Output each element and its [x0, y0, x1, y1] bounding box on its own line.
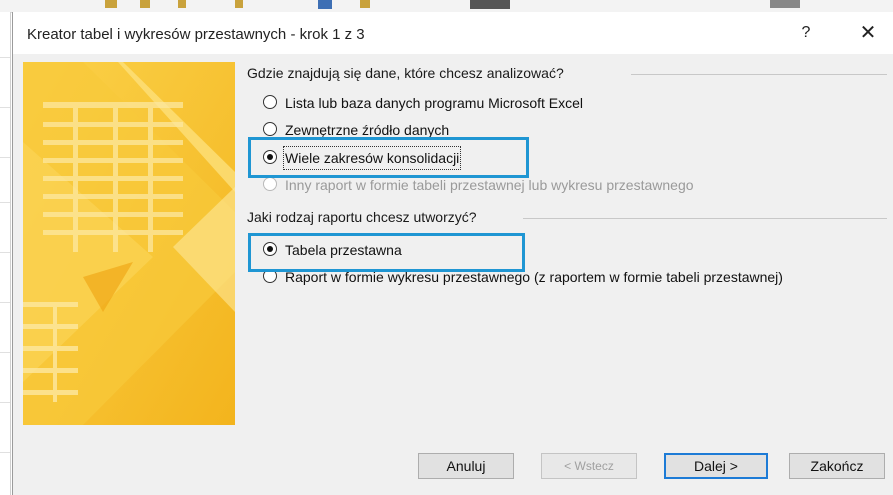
highlight-pivot-table [248, 233, 525, 272]
excel-list-radio[interactable] [263, 95, 277, 109]
data-source-legend: Gdzie znajdują się dane, które chcesz an… [247, 65, 570, 81]
pivot-wizard-dialog: Kreator tabel i wykresów przestawnych - … [12, 12, 893, 495]
help-button[interactable]: ? [793, 20, 819, 46]
pivot-table-illustration-icon [23, 62, 235, 425]
cancel-button[interactable]: Anuluj [418, 453, 514, 479]
wizard-illustration [23, 62, 235, 425]
close-button[interactable]: ✕ [853, 18, 883, 48]
title-bar: Kreator tabel i wykresów przestawnych - … [13, 12, 893, 54]
group-divider [631, 74, 887, 75]
excel-sheet-edge [0, 12, 11, 495]
next-button[interactable]: Dalej > [664, 453, 768, 479]
other-pivot-report-radio [263, 177, 277, 191]
back-button: < Wstecz [541, 453, 637, 479]
ribbon-icon-fragment [140, 0, 150, 8]
ribbon-icon-fragment [470, 0, 510, 9]
other-pivot-report-label: Inny raport w formie tabeli przestawnej … [285, 177, 694, 193]
ribbon-icon-fragment [360, 0, 370, 8]
highlight-multiple-ranges [248, 137, 529, 178]
finish-button[interactable]: Zakończ [789, 453, 885, 479]
ribbon-icon-fragment [235, 0, 243, 8]
dialog-title: Kreator tabel i wykresów przestawnych - … [27, 26, 365, 43]
ribbon-icon-fragment [178, 0, 186, 8]
ribbon-icon-fragment [770, 0, 800, 8]
ribbon-icon-fragment [318, 0, 332, 9]
report-type-legend: Jaki rodzaj raportu chcesz utworzyć? [247, 209, 483, 225]
external-source-radio[interactable] [263, 122, 277, 136]
group-divider [523, 218, 887, 219]
excel-list-label: Lista lub baza danych programu Microsoft… [285, 95, 584, 111]
ribbon-icon-fragment [105, 0, 117, 8]
